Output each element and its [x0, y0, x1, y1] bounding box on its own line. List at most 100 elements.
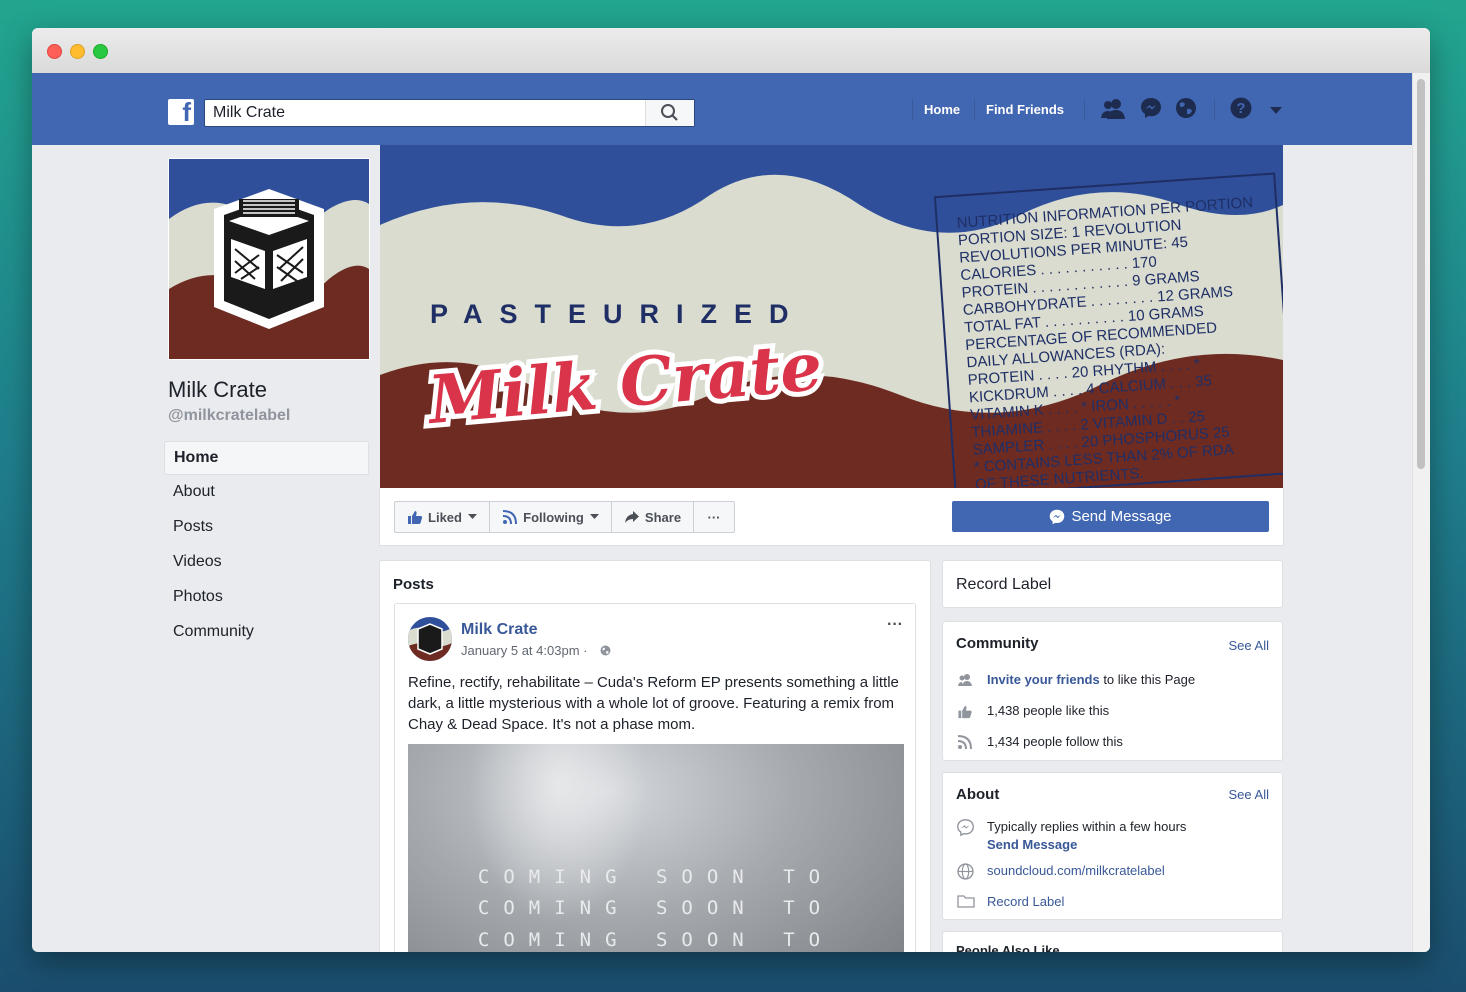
sidebar-item-label: Posts: [173, 518, 214, 535]
more-options-button[interactable]: ···: [694, 502, 734, 532]
messenger-icon: [957, 819, 974, 836]
rss-follow-icon: [957, 735, 972, 750]
nav-home-link[interactable]: Home: [924, 102, 960, 117]
sidebar-item-label: About: [173, 483, 215, 500]
about-category-link[interactable]: Record Label: [987, 894, 1064, 909]
sidebar-item-home[interactable]: Home: [164, 441, 369, 475]
messenger-icon[interactable]: [1140, 97, 1162, 119]
nav-separator: [912, 99, 913, 121]
notifications-globe-icon[interactable]: [1175, 97, 1197, 119]
likes-count[interactable]: 1,438 people like this: [987, 703, 1109, 718]
nav-find-friends-link[interactable]: Find Friends: [986, 102, 1064, 117]
share-arrow-icon: [624, 511, 639, 523]
post-image-text-line: COMING SOON TO: [477, 866, 835, 888]
posts-header: Posts: [393, 576, 434, 593]
search-input[interactable]: [211, 102, 645, 124]
chevron-down-icon: [467, 514, 477, 519]
invite-friends-link[interactable]: Invite your friends: [987, 672, 1100, 687]
response-time-text: Typically replies within a few hours: [987, 819, 1187, 834]
page-action-bar: Liked Following Share ··· Send Message: [379, 488, 1284, 546]
about-see-all-link[interactable]: See All: [1229, 787, 1269, 802]
page-category[interactable]: Record Label: [956, 576, 1051, 594]
search-icon: [661, 104, 678, 121]
post-image[interactable]: COMING SOON TO COMING SOON TO COMING SOO…: [408, 744, 904, 952]
thumbs-up-icon: [958, 705, 972, 719]
sidebar-item-label: Home: [174, 449, 219, 466]
sidebar-item-label: Community: [173, 623, 254, 640]
nav-separator: [974, 99, 975, 121]
community-card: Community See All Invite your friends to…: [942, 621, 1283, 761]
chevron-down-icon: [589, 514, 599, 519]
community-see-all-link[interactable]: See All: [1229, 638, 1269, 653]
post-card: Milk Crate January 5 at 4:03pm · ··· Ref…: [394, 603, 916, 952]
following-label: Following: [523, 509, 584, 525]
post-image-text-line: COMING SOON TO: [477, 897, 835, 919]
rss-follow-icon: [503, 510, 518, 525]
send-message-button[interactable]: Send Message: [952, 501, 1269, 532]
messenger-icon: [1050, 509, 1065, 524]
close-window-button[interactable]: [47, 44, 62, 59]
public-globe-icon: [600, 645, 611, 656]
share-label: Share: [644, 509, 682, 525]
category-card: Record Label: [942, 560, 1283, 608]
page-name: Milk Crate: [168, 377, 268, 402]
window-titlebar: [32, 28, 1430, 74]
post-options-button[interactable]: ···: [887, 616, 903, 634]
sidebar-item-videos[interactable]: Videos: [164, 546, 367, 578]
about-title: About: [956, 786, 1000, 803]
post-author-name[interactable]: Milk Crate: [461, 621, 537, 639]
about-send-message-link[interactable]: Send Message: [987, 837, 1077, 852]
invite-friends-row: Invite your friends to like this Page: [987, 672, 1195, 687]
post-timestamp[interactable]: January 5 at 4:03pm ·: [461, 643, 587, 658]
maximize-window-button[interactable]: [93, 44, 108, 59]
share-button[interactable]: Share: [612, 502, 694, 532]
people-also-like-title: People Also Like: [956, 943, 1060, 952]
cover-photo[interactable]: PASTEURIZED Milk Crate Milk Crate NUTRIT…: [380, 145, 1283, 488]
help-icon[interactable]: ?: [1230, 97, 1252, 119]
posts-section: Posts Milk Crate January 5 at 4:03pm · ·…: [379, 560, 931, 952]
account-menu-chevron-down-icon[interactable]: [1270, 107, 1282, 115]
liked-button[interactable]: Liked: [395, 502, 490, 532]
community-title: Community: [956, 635, 1039, 652]
about-card: About See All Typically replies within a…: [942, 772, 1283, 920]
page-handle[interactable]: @milkcratelabel: [168, 407, 290, 425]
friend-requests-icon[interactable]: [1100, 97, 1126, 121]
minimize-window-button[interactable]: [70, 44, 85, 59]
sidebar-item-label: Photos: [173, 588, 223, 605]
sidebar-item-community[interactable]: Community: [164, 616, 367, 648]
liked-label: Liked: [428, 509, 462, 525]
sidebar-item-photos[interactable]: Photos: [164, 581, 367, 613]
sidebar-item-about[interactable]: About: [164, 476, 367, 508]
invite-friends-icon: [958, 674, 972, 686]
invite-friends-text: to like this Page: [1099, 672, 1196, 687]
post-author-avatar[interactable]: [408, 617, 452, 661]
website-globe-icon: [957, 863, 974, 880]
people-also-like-card: People Also Like: [942, 931, 1283, 952]
send-message-label: Send Message: [1071, 508, 1172, 525]
website-link[interactable]: soundcloud.com/milkcratelabel: [987, 863, 1165, 878]
svg-text:?: ?: [1236, 100, 1245, 117]
category-folder-icon: [957, 895, 975, 908]
following-button[interactable]: Following: [490, 502, 612, 532]
page-action-buttons: Liked Following Share ···: [394, 501, 735, 533]
nav-separator: [1214, 99, 1215, 121]
milk-crate-logo-icon: [169, 159, 369, 359]
nav-separator: [1084, 99, 1085, 121]
sidebar-item-posts[interactable]: Posts: [164, 511, 367, 543]
post-text: Refine, rectify, rehabilitate – Cuda's R…: [408, 674, 899, 733]
browser-window: f Home Find Friends: [32, 28, 1430, 952]
search-button[interactable]: [645, 100, 694, 126]
facebook-logo-icon[interactable]: f: [168, 97, 194, 127]
facebook-top-bar: f Home Find Friends: [32, 73, 1412, 145]
cover-artwork: PASTEURIZED Milk Crate Milk Crate NUTRIT…: [380, 145, 1283, 488]
scrollbar-thumb[interactable]: [1417, 79, 1425, 469]
thumbs-up-icon: [408, 511, 423, 524]
cover-pasteurized-text: PASTEURIZED: [430, 299, 806, 329]
follows-count[interactable]: 1,434 people follow this: [987, 734, 1123, 749]
more-options-icon: ···: [707, 509, 721, 525]
page-scrollbar[interactable]: [1412, 73, 1430, 952]
sidebar-item-label: Videos: [173, 553, 222, 570]
profile-picture[interactable]: [168, 158, 370, 360]
post-image-text-line: COMING SOON TO: [477, 929, 835, 951]
search-box: [204, 99, 695, 127]
